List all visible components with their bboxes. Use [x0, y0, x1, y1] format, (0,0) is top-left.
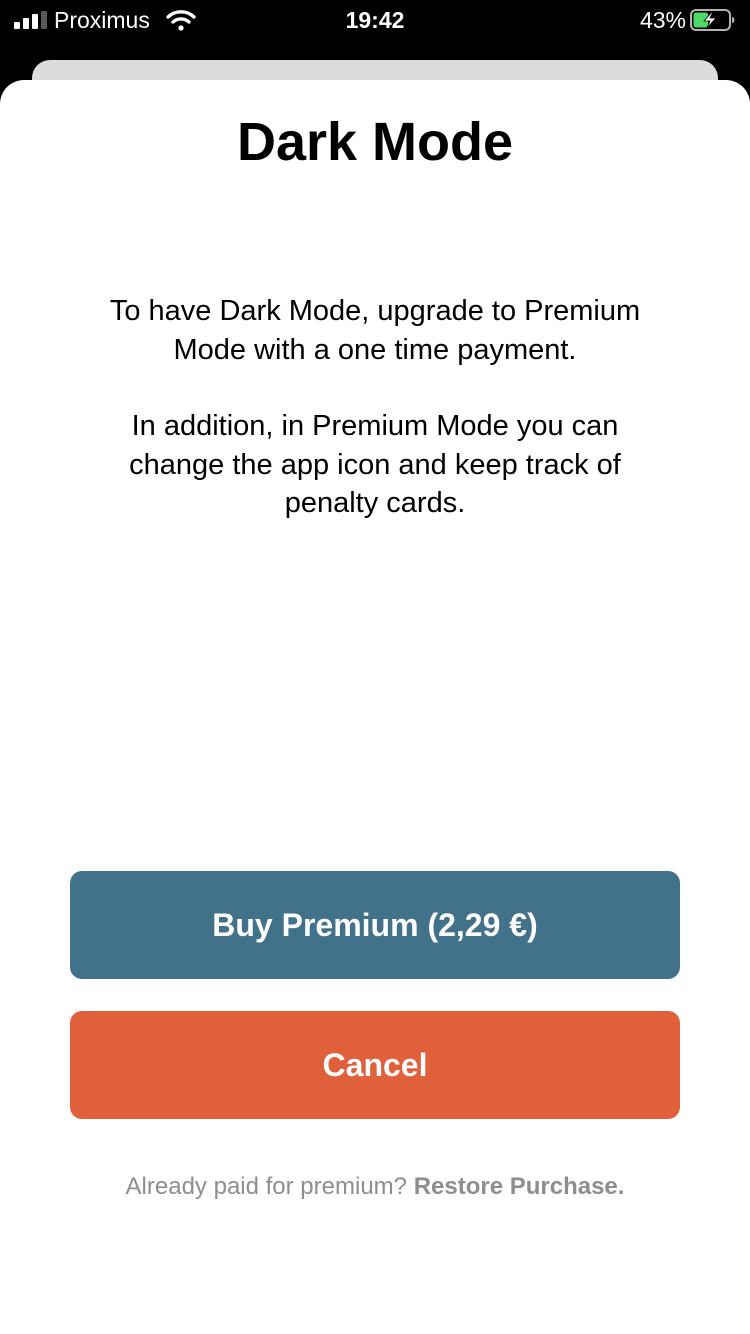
- upgrade-sheet: [0, 80, 750, 1334]
- cancel-button[interactable]: Cancel: [70, 1011, 680, 1119]
- restore-footer: Already paid for premium? Restore Purcha…: [0, 1172, 750, 1202]
- dialog-message: To have Dark Mode, upgrade to Premium Mo…: [95, 292, 655, 523]
- footer-text: Already paid for premium?: [125, 1173, 408, 1200]
- message-paragraph-premium-features: In addition, in Premium Mode you can cha…: [129, 410, 621, 519]
- status-time: 19:42: [345, 7, 405, 33]
- battery-charging-icon: [690, 9, 735, 31]
- battery-percentage: 43%: [639, 7, 686, 33]
- dialog-title: Dark Mode: [236, 112, 514, 172]
- buy-premium-button[interactable]: Buy Premium (2,29 €): [70, 871, 680, 979]
- message-paragraph-upgrade: To have Dark Mode, upgrade to Premium Mo…: [109, 295, 641, 366]
- restore-purchase-link[interactable]: Restore Purchase.: [414, 1173, 625, 1200]
- status-bar: Proximus 19:42 43%: [0, 0, 750, 40]
